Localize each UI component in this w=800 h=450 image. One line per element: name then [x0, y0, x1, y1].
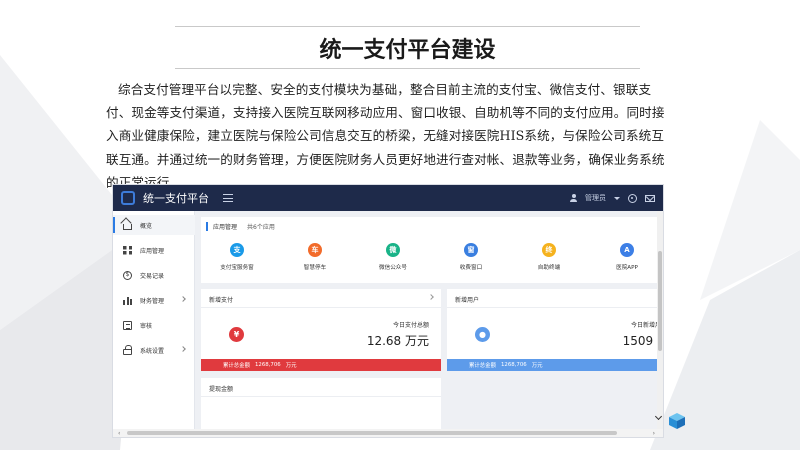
app-tile-label: 收费窗口	[459, 265, 483, 271]
scrollbar-thumb[interactable]	[127, 431, 617, 435]
new-payment-card[interactable]: 新增支付 ¥ 今日支付总额 12.68 万元 累计总金额 1268,706 万元	[201, 289, 441, 371]
payment-platform-screenshot: 统一支付平台 管理员 概览 应用管理 交易记录 财务管理	[112, 184, 664, 438]
scroll-right-icon[interactable]: ›	[653, 430, 655, 437]
apps-card: 应用管理 共6个应用 支 支付宝服务窗 车 智慧停车 微 微信公众号 窗 收费窗…	[201, 217, 659, 283]
total-unit: 万元	[285, 363, 297, 369]
users-total-bar: 累计总金额 1268,706 万元	[447, 359, 663, 371]
header-accent-bar	[206, 221, 208, 231]
app-tile-alipay[interactable]: 支 支付宝服务窗	[201, 243, 273, 277]
yuan-icon: ¥	[229, 327, 244, 342]
total-label: 累计总金额	[223, 363, 250, 369]
chevron-right-icon[interactable]	[428, 294, 434, 300]
title-top-rule	[175, 26, 640, 27]
app-tile-label: 医院APP	[616, 265, 638, 271]
user-icon: ●	[475, 327, 490, 342]
topbar-actions: 管理员	[570, 193, 655, 203]
sidebar: 概览 应用管理 交易记录 财务管理 审核 系统设置	[113, 211, 195, 437]
chevron-right-icon	[180, 346, 186, 352]
chevron-right-icon	[180, 296, 186, 302]
title-bottom-rule	[175, 68, 640, 69]
total-value: 1268,706	[254, 362, 281, 368]
app-tile-parking[interactable]: 车 智慧停车	[279, 243, 351, 277]
lock-icon	[123, 344, 132, 355]
bar-chart-icon	[123, 295, 132, 305]
sidebar-item-label: 审核	[140, 322, 153, 330]
sidebar-item-label: 交易记录	[140, 272, 165, 280]
card-divider	[447, 307, 663, 308]
app-title: 统一支付平台	[143, 192, 209, 205]
document-icon	[123, 320, 132, 330]
alipay-icon: 支	[230, 243, 244, 257]
coin-icon	[123, 270, 132, 280]
mobile-app-icon: A	[620, 243, 634, 257]
app-tile-label: 智慧停车	[303, 265, 327, 271]
kiosk-icon: 终	[542, 243, 556, 257]
sidebar-item-overview[interactable]: 概览	[113, 215, 195, 235]
app-tile-wechat[interactable]: 微 微信公众号	[357, 243, 429, 277]
sidebar-item-label: 财务管理	[140, 297, 165, 305]
card-divider	[201, 307, 441, 308]
new-users-card[interactable]: 新增用户 ● 今日新增用户 1509 个 累计总金额 1268,706 万元	[447, 289, 663, 371]
horizontal-scrollbar[interactable]: ‹ ›	[113, 429, 663, 437]
total-value: 1268,706	[500, 362, 527, 368]
total-unit: 万元	[531, 363, 543, 369]
car-icon: 车	[308, 243, 322, 257]
user-name[interactable]: 管理员	[585, 193, 606, 203]
app-topbar: 统一支付平台 管理员	[113, 185, 663, 211]
user-icon	[570, 194, 577, 202]
window-icon: 窗	[464, 243, 478, 257]
sidebar-item-label: 概览	[140, 222, 153, 230]
slide-body-paragraph: 综合支付管理平台以完整、安全的支付模块为基础，整合目前主流的支付宝、微信支付、银…	[106, 82, 665, 190]
apps-card-header: 应用管理 共6个应用	[201, 217, 275, 235]
chevron-down-icon[interactable]	[614, 196, 620, 200]
withdraw-title: 提现金额	[209, 386, 234, 393]
slide-title: 统一支付平台建设	[319, 37, 496, 63]
apps-card-title: 应用管理	[213, 223, 238, 231]
apps-count: 共6个应用	[247, 223, 275, 231]
scrollbar-thumb[interactable]	[658, 251, 662, 351]
today-payment-value: 12.68 万元	[366, 334, 429, 348]
grid-icon	[123, 245, 132, 255]
app-tile-hospital-app[interactable]: A 医院APP	[591, 243, 663, 277]
total-label: 累计总金额	[469, 363, 496, 369]
home-icon	[123, 223, 132, 230]
sidebar-item-label: 应用管理	[140, 247, 165, 255]
wechat-icon: 微	[386, 243, 400, 257]
logo-icon	[121, 191, 135, 205]
vertical-scrollbar[interactable]	[657, 211, 663, 437]
gear-icon[interactable]	[628, 193, 637, 203]
scroll-left-icon[interactable]: ‹	[118, 430, 120, 437]
sidebar-item-audit[interactable]: 审核	[113, 315, 195, 335]
sidebar-item-app-management[interactable]: 应用管理	[113, 240, 195, 260]
app-tile-cashier[interactable]: 窗 收费窗口	[435, 243, 507, 277]
new-payment-title: 新增支付	[209, 297, 234, 304]
mail-icon[interactable]	[645, 194, 655, 202]
app-tile-label: 自助终端	[537, 265, 561, 271]
card-divider	[201, 396, 441, 397]
app-tile-kiosk[interactable]: 终 自助终端	[513, 243, 585, 277]
payment-total-bar: 累计总金额 1268,706 万元	[201, 359, 441, 371]
today-payment-label: 今日支付总额	[392, 322, 429, 329]
sidebar-item-settings[interactable]: 系统设置	[113, 340, 195, 360]
cube-logo-icon	[669, 413, 685, 429]
menu-toggle-icon[interactable]	[223, 194, 233, 202]
app-tile-label: 支付宝服务窗	[220, 265, 254, 271]
sidebar-item-label: 系统设置	[140, 347, 165, 355]
app-tile-label: 微信公众号	[379, 265, 407, 271]
new-users-title: 新增用户	[455, 297, 480, 304]
sidebar-item-finance[interactable]: 财务管理	[113, 290, 195, 310]
main-content: 应用管理 共6个应用 支 支付宝服务窗 车 智慧停车 微 微信公众号 窗 收费窗…	[195, 211, 663, 437]
sidebar-item-transactions[interactable]: 交易记录	[113, 265, 195, 285]
